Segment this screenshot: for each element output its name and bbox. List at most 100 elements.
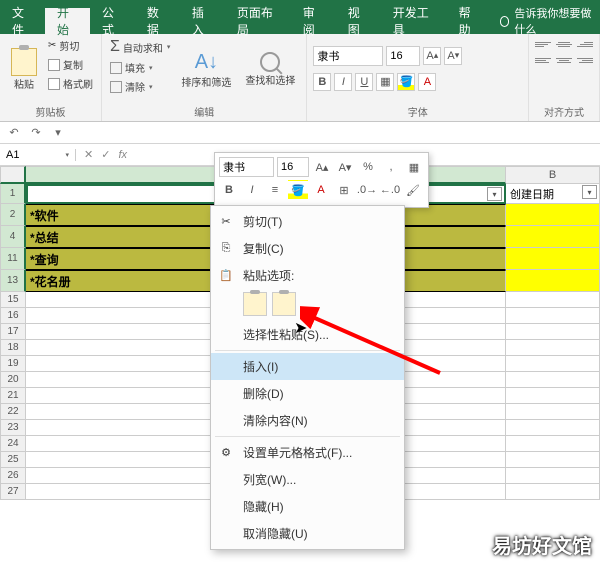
align-top[interactable] [535, 37, 553, 51]
clear-button[interactable]: 清除▾ [108, 78, 172, 95]
qat-dropdown[interactable]: ▾ [50, 125, 66, 141]
row-header-24[interactable]: 24 [0, 436, 26, 452]
cell-b15[interactable] [506, 292, 600, 308]
mini-format-painter[interactable]: 🖌 [403, 180, 423, 200]
grow-font-button[interactable]: A▴ [423, 47, 441, 65]
paste-button[interactable]: 粘贴 [6, 37, 42, 102]
cell-b24[interactable] [506, 436, 600, 452]
cell-b27[interactable] [506, 484, 600, 500]
row-header-11[interactable]: 11 [0, 248, 26, 270]
cell-b13[interactable] [506, 270, 600, 292]
row-header-18[interactable]: 18 [0, 340, 26, 356]
format-painter-button[interactable]: 格式刷 [46, 75, 95, 92]
paste-option-2[interactable] [272, 292, 296, 316]
row-header-15[interactable]: 15 [0, 292, 26, 308]
paste-option-1[interactable] [243, 292, 267, 316]
mini-dec-decimal[interactable]: ←.0 [380, 180, 400, 200]
row-header-22[interactable]: 22 [0, 404, 26, 420]
row-header-2[interactable]: 2 [0, 204, 26, 226]
font-size-select[interactable] [386, 46, 420, 66]
row-header-27[interactable]: 27 [0, 484, 26, 500]
tab-help[interactable]: 帮助 [447, 8, 492, 34]
cell-b1[interactable]: 创建日期▾ [506, 184, 600, 204]
select-all-corner[interactable] [0, 166, 26, 184]
cancel-icon[interactable]: ✕ [84, 148, 93, 161]
cell-b22[interactable] [506, 404, 600, 420]
tab-formulas[interactable]: 公式 [90, 8, 135, 34]
mini-fill-color[interactable]: 🪣 [288, 180, 308, 200]
qat-undo[interactable]: ↶ [6, 125, 22, 141]
tell-me[interactable]: 告诉我你想要做什么 [500, 5, 600, 37]
filter-a[interactable]: ▾ [487, 187, 502, 201]
shrink-font-button[interactable]: A▾ [444, 47, 462, 65]
column-header-b[interactable]: B [506, 166, 600, 184]
cell-b4[interactable] [506, 226, 600, 248]
menu-copy[interactable]: ⎘复制(C) [211, 235, 404, 262]
mini-borders[interactable]: ⊞ [334, 180, 354, 200]
mini-shrink-font[interactable]: A▾ [335, 157, 355, 177]
font-color-button[interactable]: A [418, 73, 436, 91]
tab-review[interactable]: 审阅 [291, 8, 336, 34]
cell-b11[interactable] [506, 248, 600, 270]
filter-b[interactable]: ▾ [582, 185, 597, 199]
align-left[interactable] [535, 53, 553, 67]
menu-paste-special[interactable]: 选择性粘贴(S)... [211, 321, 404, 348]
fx-icon[interactable]: fx [118, 149, 127, 161]
font-name-select[interactable] [313, 46, 383, 66]
align-bottom[interactable] [575, 37, 593, 51]
menu-insert[interactable]: 插入(I) [211, 353, 404, 380]
menu-hide[interactable]: 隐藏(H) [211, 493, 404, 520]
bold-button[interactable]: B [313, 73, 331, 91]
cell-b2[interactable] [506, 204, 600, 226]
mini-italic[interactable]: I [242, 180, 262, 200]
menu-unhide[interactable]: 取消隐藏(U) [211, 520, 404, 547]
tab-data[interactable]: 数据 [135, 8, 180, 34]
fill-button[interactable]: 填充▾ [108, 59, 172, 76]
tab-view[interactable]: 视图 [336, 8, 381, 34]
align-middle[interactable] [555, 37, 573, 51]
mini-percent[interactable]: % [358, 157, 378, 177]
row-header-13[interactable]: 13 [0, 270, 26, 292]
mini-align[interactable]: ≡ [265, 180, 285, 200]
cell-b18[interactable] [506, 340, 600, 356]
row-header-4[interactable]: 4 [0, 226, 26, 248]
mini-border[interactable]: ▦ [404, 157, 424, 177]
row-header-23[interactable]: 23 [0, 420, 26, 436]
menu-clear[interactable]: 清除内容(N) [211, 407, 404, 434]
cell-b17[interactable] [506, 324, 600, 340]
copy-button[interactable]: 复制 [46, 56, 95, 73]
find-button[interactable]: 查找和选择 [240, 37, 300, 102]
tab-layout[interactable]: 页面布局 [225, 8, 291, 34]
row-header-21[interactable]: 21 [0, 388, 26, 404]
menu-cut[interactable]: ✂剪切(T) [211, 208, 404, 235]
cell-b16[interactable] [506, 308, 600, 324]
name-box[interactable]: A1▾ [0, 149, 76, 161]
row-header-20[interactable]: 20 [0, 372, 26, 388]
tab-home[interactable]: 开始 [45, 8, 90, 34]
row-header-26[interactable]: 26 [0, 468, 26, 484]
tab-insert[interactable]: 插入 [180, 8, 225, 34]
menu-col-width[interactable]: 列宽(W)... [211, 466, 404, 493]
cut-button[interactable]: ✂剪切 [46, 37, 95, 54]
tab-dev[interactable]: 开发工具 [381, 8, 447, 34]
cell-b23[interactable] [506, 420, 600, 436]
mini-comma[interactable]: , [381, 157, 401, 177]
confirm-icon[interactable]: ✓ [101, 148, 110, 161]
menu-delete[interactable]: 删除(D) [211, 380, 404, 407]
row-header-19[interactable]: 19 [0, 356, 26, 372]
italic-button[interactable]: I [334, 73, 352, 91]
mini-bold[interactable]: B [219, 180, 239, 200]
cell-b19[interactable] [506, 356, 600, 372]
sort-button[interactable]: A↓排序和筛选 [176, 37, 236, 102]
cell-b21[interactable] [506, 388, 600, 404]
row-header-16[interactable]: 16 [0, 308, 26, 324]
qat-redo[interactable]: ↷ [28, 125, 44, 141]
row-header-1[interactable]: 1 [0, 184, 26, 204]
cell-b25[interactable] [506, 452, 600, 468]
autosum-button[interactable]: Σ自动求和▾ [108, 37, 172, 57]
mini-inc-decimal[interactable]: .0→ [357, 180, 377, 200]
border-button[interactable]: ▦ [376, 73, 394, 91]
cell-b20[interactable] [506, 372, 600, 388]
tab-file[interactable]: 文件 [0, 8, 45, 34]
row-header-25[interactable]: 25 [0, 452, 26, 468]
